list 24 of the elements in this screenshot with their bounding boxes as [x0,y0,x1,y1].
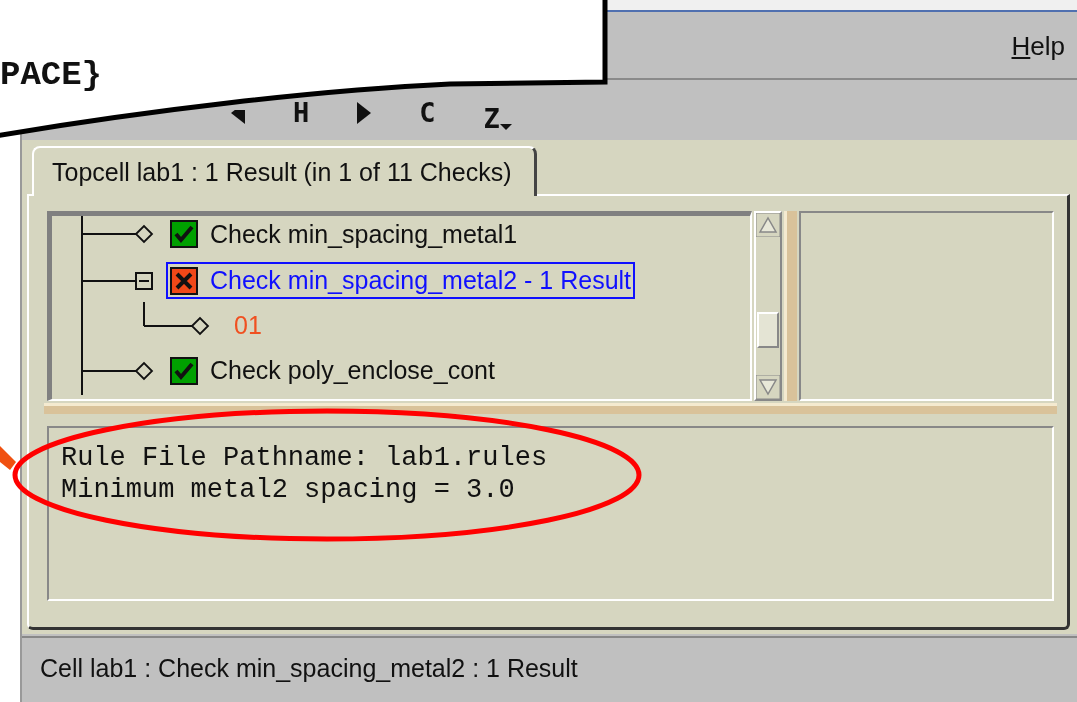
pointer-arrow [0,446,16,470]
scroll-up-icon[interactable] [756,213,780,237]
check-icon [170,356,198,385]
tree-item[interactable]: Check min_spacing_metal2 - 1 Result [166,262,636,299]
toolbar-menu-button[interactable]: Z [483,102,512,130]
details-text: Minimum metal2 spacing = 3.0 [61,474,516,506]
forward-icon[interactable] [357,102,372,124]
scrollbar[interactable] [754,211,782,401]
check-icon [170,220,198,248]
status-text: Cell lab1 : Check min_spacing_metal2 : 1 Result [40,653,578,683]
toolbar-button[interactable]: H [293,102,310,124]
splitter[interactable] [44,403,1057,414]
code-text: PACE} [0,56,103,94]
back-icon[interactable] [231,110,245,124]
caret-icon [499,124,512,130]
menu-item[interactable]: Help [1011,26,1065,66]
scroll-down-icon[interactable] [756,375,780,399]
tree-item[interactable]: Check poly_enclose_cont [166,352,499,389]
cross-icon [170,266,198,295]
tab[interactable]: Topcell lab1 : 1 Result (in 1 of 11 Checks) [32,146,537,196]
scroll-thumb[interactable] [757,312,779,348]
tree-item[interactable]: Check min_spacing_metal1 [166,216,522,253]
toolbar-button[interactable]: C [419,102,436,124]
details-text: Rule File Pathname: lab1.rules [61,442,549,474]
